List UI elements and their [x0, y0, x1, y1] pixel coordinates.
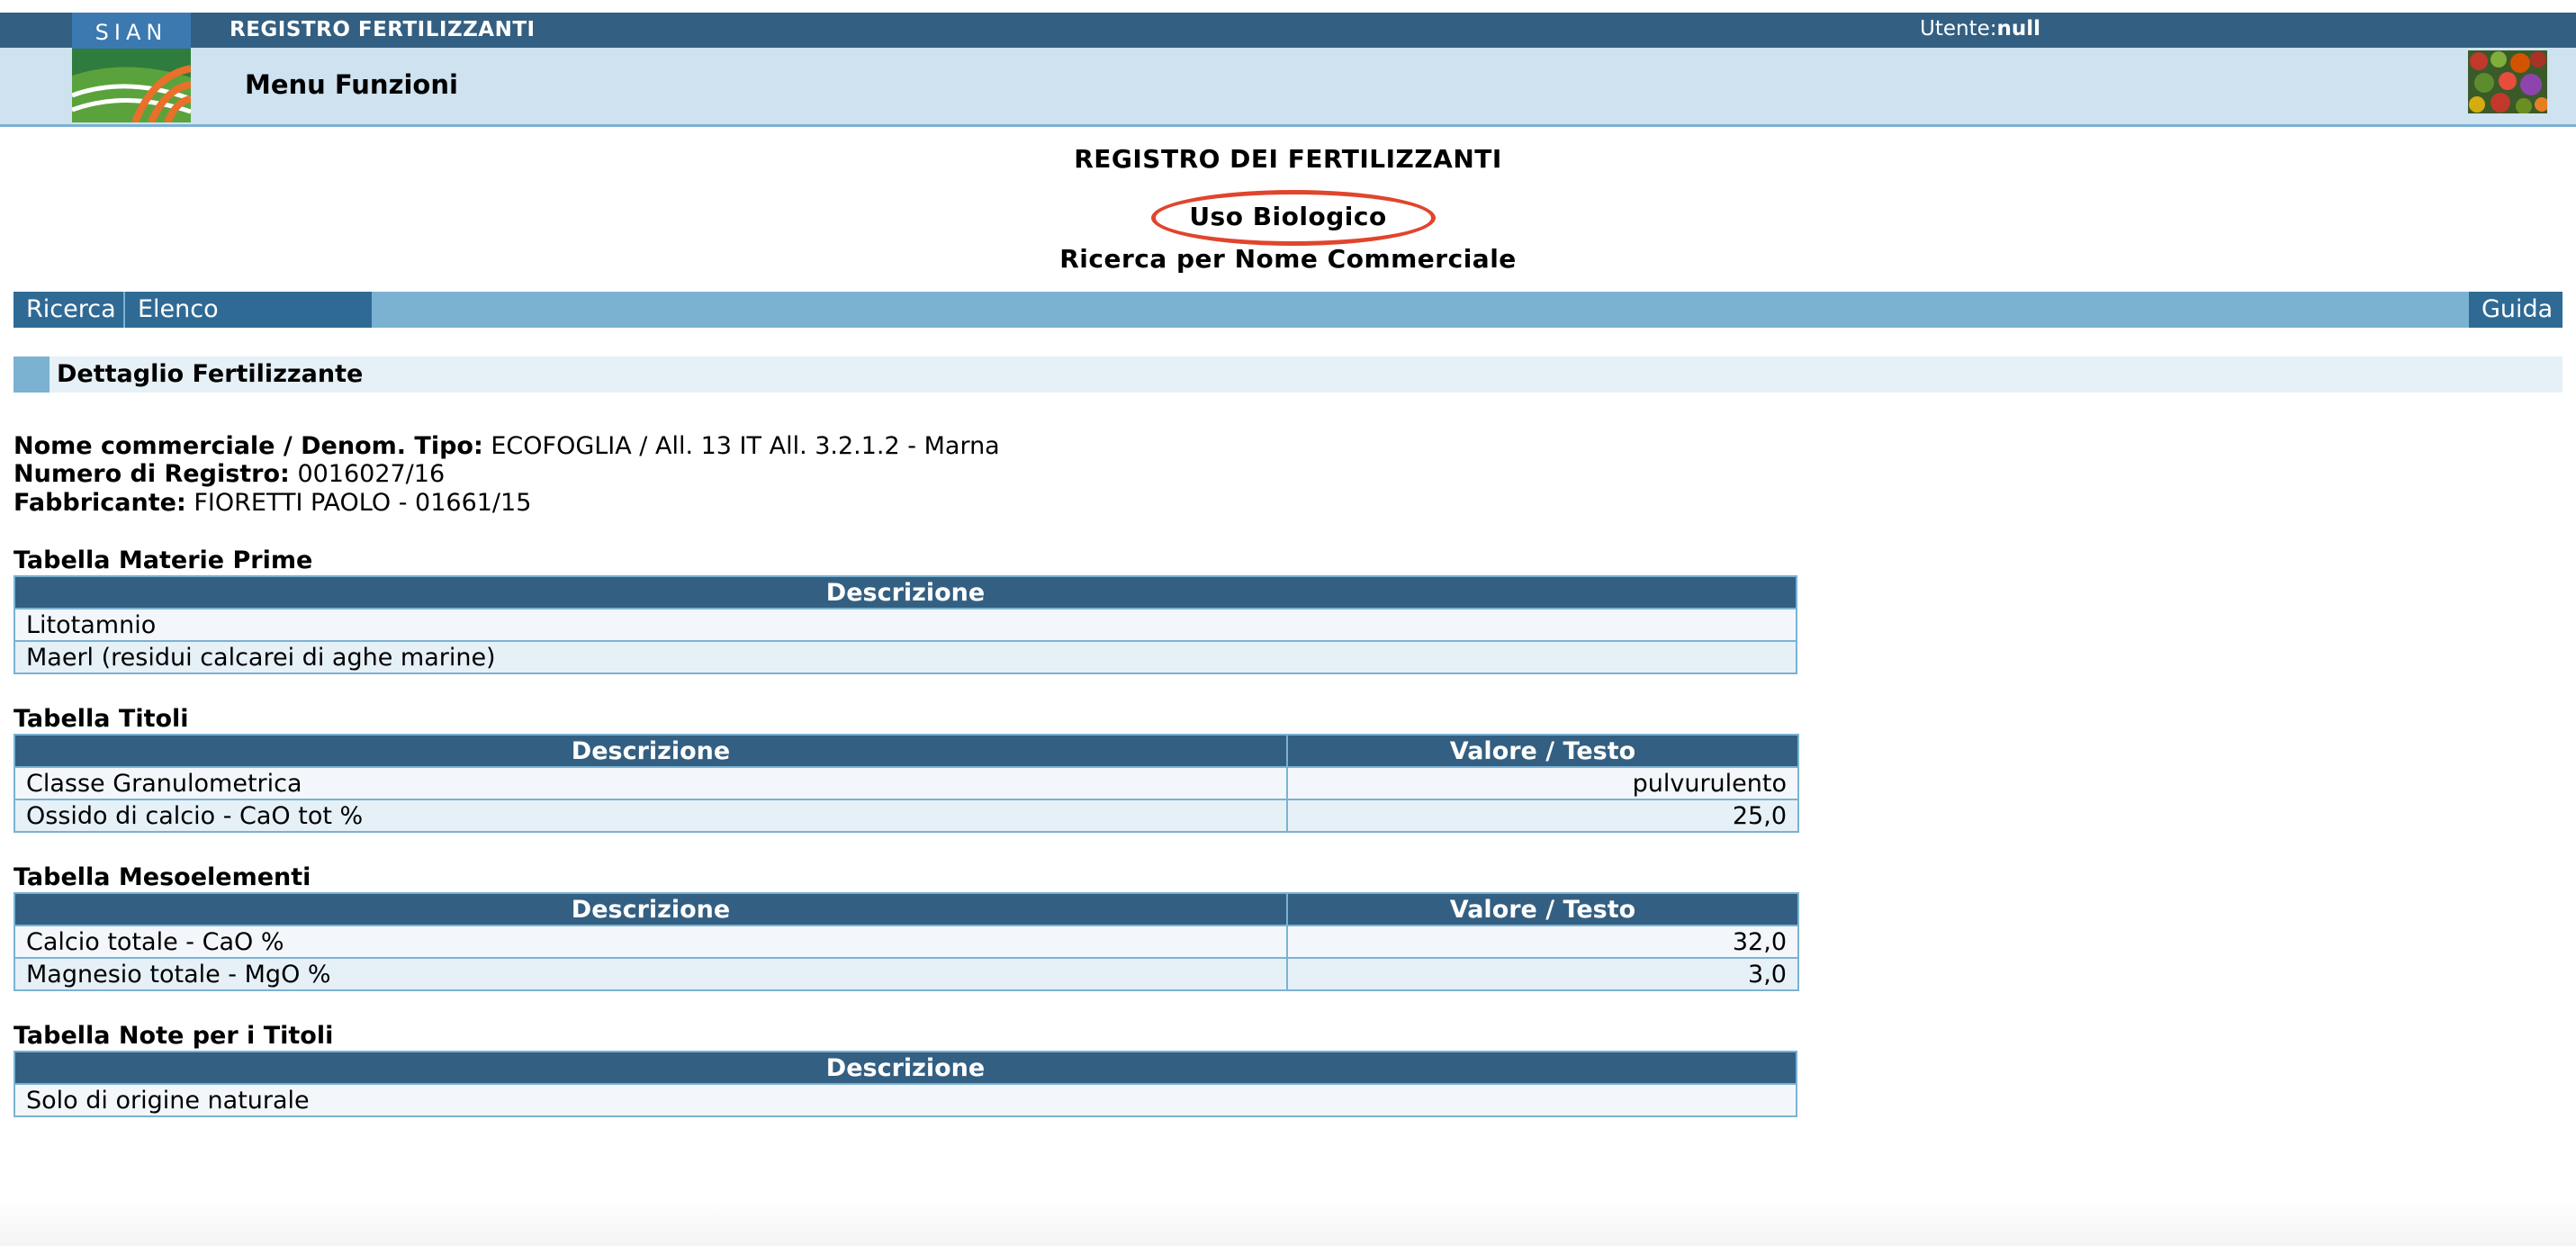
column-header: Descrizione — [14, 1051, 1797, 1085]
registro-value: 0016027/16 — [297, 460, 446, 488]
mesoelementi-caption: Tabella Mesoelementi — [14, 863, 311, 891]
column-header: Valore / Testo — [1286, 734, 1799, 768]
fabbricante-label: Fabbricante: — [14, 489, 186, 517]
materie-prime-table: Descrizione Litotamnio Maerl (residui ca… — [14, 575, 1797, 674]
table-cell: Maerl (residui calcarei di aghe marine) — [14, 640, 1797, 674]
section-marker — [14, 357, 50, 393]
table-row: Classe Granulometrica pulvurulento — [14, 766, 1799, 800]
bottom-shade — [0, 1197, 2576, 1246]
table-row: Ossido di calcio - CaO tot % 25,0 — [14, 799, 1799, 833]
detail-nome-commerciale: Nome commerciale / Denom. Tipo: ECOFOGLI… — [14, 432, 1000, 460]
top-strip — [0, 0, 2576, 13]
app-title: REGISTRO FERTILIZZANTI — [230, 18, 536, 41]
page-title: REGISTRO DEI FERTILIZZANTI — [1074, 144, 1502, 174]
table-cell: Solo di origine naturale — [14, 1083, 1797, 1117]
table-row: Calcio totale - CaO % 32,0 — [14, 925, 1799, 959]
registro-label: Numero di Registro: — [14, 460, 290, 488]
table-cell: 3,0 — [1286, 957, 1799, 991]
nome-value: ECOFOGLIA / All. 13 IT All. 3.2.1.2 - Ma… — [491, 432, 1000, 460]
table-cell: Calcio totale - CaO % — [14, 925, 1288, 959]
titoli-table: Descrizione Valore / Testo Classe Granul… — [14, 734, 1799, 833]
column-header: Descrizione — [14, 892, 1288, 926]
nav-ricerca-link[interactable]: Ricerca — [14, 292, 123, 328]
user-info: Utente:null — [1920, 17, 2040, 41]
column-header: Valore / Testo — [1286, 892, 1799, 926]
nav-bar: Ricerca Elenco Fertilizzanti Guida — [14, 292, 2562, 359]
nav-guida-link[interactable]: Guida — [2469, 292, 2562, 328]
table-cell: Classe Granulometrica — [14, 766, 1288, 800]
titoli-caption: Tabella Titoli — [14, 705, 189, 733]
menu-title[interactable]: Menu Funzioni — [245, 69, 458, 100]
header-left-block — [0, 13, 74, 48]
column-header: Descrizione — [14, 734, 1288, 768]
table-cell: Ossido di calcio - CaO tot % — [14, 799, 1288, 833]
logo-text: SIAN — [95, 20, 168, 45]
materie-prime-caption: Tabella Materie Prime — [14, 546, 313, 574]
vegetables-image — [2468, 50, 2549, 114]
note-caption: Tabella Note per i Titoli — [14, 1022, 334, 1050]
header-subbar: Menu Funzioni — [0, 48, 2576, 127]
mesoelementi-table: Descrizione Valore / Testo Calcio totale… — [14, 892, 1799, 991]
table-row: Magnesio totale - MgO % 3,0 — [14, 957, 1799, 991]
usage-label: Uso Biologico — [1189, 202, 1387, 231]
header-bar: REGISTRO FERTILIZZANTI Utente:null — [0, 13, 2576, 48]
detail-fabbricante: Fabbricante: FIORETTI PAOLO - 01661/15 — [14, 489, 531, 517]
sian-logo: SIAN — [72, 13, 191, 122]
section-title: Dettaglio Fertilizzante — [57, 360, 364, 388]
section-header: Dettaglio Fertilizzante — [14, 357, 2562, 393]
user-label: Utente: — [1920, 17, 1997, 41]
nav-elenco-fertilizzanti-link[interactable]: Elenco Fertilizzanti — [125, 292, 372, 359]
table-cell: pulvurulento — [1286, 766, 1799, 800]
nome-label: Nome commerciale / Denom. Tipo: — [14, 432, 483, 460]
fabbricante-value: FIORETTI PAOLO - 01661/15 — [194, 489, 532, 517]
table-cell: Magnesio totale - MgO % — [14, 957, 1288, 991]
search-mode-label: Ricerca per Nome Commerciale — [1059, 244, 1517, 274]
table-cell: 32,0 — [1286, 925, 1799, 959]
note-table: Descrizione Solo di origine naturale — [14, 1051, 1797, 1117]
table-cell: 25,0 — [1286, 799, 1799, 833]
user-value: null — [1996, 17, 2041, 41]
detail-numero-registro: Numero di Registro: 0016027/16 — [14, 460, 445, 488]
table-cell: Litotamnio — [14, 608, 1797, 642]
column-header: Descrizione — [14, 575, 1797, 609]
